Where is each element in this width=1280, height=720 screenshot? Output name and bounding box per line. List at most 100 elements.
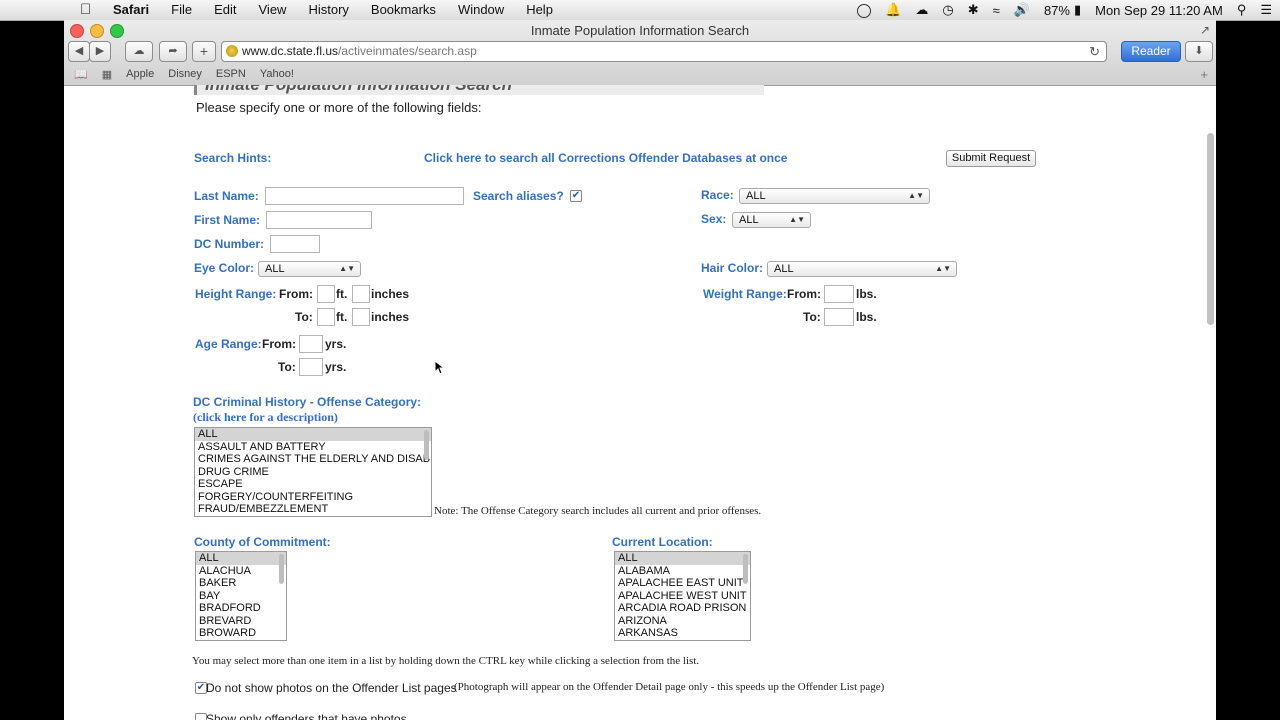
top-sites-grid-icon[interactable]: ▦ <box>102 68 112 81</box>
age-to-input[interactable] <box>299 358 323 376</box>
list-item[interactable]: ASSAULT AND BATTERY <box>195 441 431 454</box>
height-from-label: From: <box>279 287 313 301</box>
height-from-feet-input[interactable] <box>317 285 335 303</box>
offense-note: Note: The Offense Category search includ… <box>434 505 762 517</box>
list-item[interactable]: APALACHEE WEST UNIT <box>615 590 750 603</box>
spotlight-search-icon[interactable]: ⚲ <box>1237 2 1247 18</box>
height-to-feet-input[interactable] <box>317 308 335 326</box>
menu-bookmarks[interactable]: Bookmarks <box>371 2 436 17</box>
list-item[interactable]: ALACHUA <box>196 565 286 578</box>
all-databases-link[interactable]: Click here to search all Corrections Off… <box>424 151 787 165</box>
battery-percent[interactable]: 87% <box>1044 3 1070 18</box>
url-text[interactable]: www.dc.state.fl.us/activeinmates/search.… <box>242 42 477 61</box>
bookmark-espn[interactable]: ESPN <box>216 68 246 80</box>
list-item[interactable]: ALABAMA <box>615 565 750 578</box>
add-bookmark-icon[interactable]: + <box>1200 67 1208 82</box>
listbox-scrollbar[interactable] <box>279 554 284 584</box>
select-arrows-icon: ▲▼ <box>908 191 924 200</box>
hair-color-select[interactable]: ALL ▲▼ <box>767 261 957 277</box>
county-listbox[interactable]: ALL ALACHUA BAKER BAY BRADFORD BREVARD B… <box>195 551 287 641</box>
page-heading-box: Inmate Population Information Search <box>194 85 764 95</box>
menu-window[interactable]: Window <box>458 2 504 17</box>
notification-center-icon[interactable]: ☰ <box>1260 2 1272 18</box>
list-item[interactable]: APALACHEE EAST UNIT <box>615 577 750 590</box>
first-name-input[interactable] <box>266 211 372 229</box>
search-hints-link[interactable]: Search Hints: <box>194 151 271 165</box>
listbox-scrollbar[interactable] <box>424 430 429 460</box>
age-from-input[interactable] <box>299 335 323 353</box>
list-item[interactable]: ESCAPE <box>195 478 431 491</box>
current-location-listbox[interactable]: ALL ALABAMA APALACHEE EAST UNIT APALACHE… <box>614 551 751 641</box>
height-to-inches-input[interactable] <box>352 308 370 326</box>
height-from-ft-label: ft. <box>336 287 348 301</box>
sex-select[interactable]: ALL ▲▼ <box>732 212 811 228</box>
weight-from-input[interactable] <box>824 285 854 303</box>
back-button[interactable]: ◀ <box>68 41 90 62</box>
bluetooth-icon[interactable]: ✱ <box>968 2 979 18</box>
page-scrollbar[interactable] <box>1207 133 1214 325</box>
time-machine-icon[interactable]: ◷ <box>942 2 953 18</box>
eye-color-select[interactable]: ALL ▲▼ <box>258 261 361 277</box>
address-bar[interactable]: www.dc.state.fl.us/activeinmates/search.… <box>221 41 1107 62</box>
list-item[interactable]: ARIZONA <box>615 615 750 628</box>
listbox-scrollbar[interactable] <box>743 554 748 584</box>
list-item[interactable]: FORGERY/COUNTERFEITING <box>195 491 431 504</box>
apple-menu-icon[interactable]:  <box>80 1 91 18</box>
height-from-inches-input[interactable] <box>352 285 370 303</box>
submit-request-button[interactable]: Submit Request <box>946 150 1036 167</box>
list-item[interactable]: CRIMES AGAINST THE ELDERLY AND DISABLED <box>195 453 431 466</box>
share-button[interactable]: ➦ <box>159 41 187 62</box>
menu-help[interactable]: Help <box>526 2 553 17</box>
list-item[interactable]: ARKANSAS <box>615 627 750 640</box>
offense-category-listbox[interactable]: ALL ASSAULT AND BATTERY CRIMES AGAINST T… <box>194 427 432 517</box>
last-name-input[interactable] <box>265 187 464 205</box>
bookmark-disney[interactable]: Disney <box>168 68 202 80</box>
race-select[interactable]: ALL ▲▼ <box>739 188 930 204</box>
weight-from-lbs-label: lbs. <box>856 287 877 301</box>
menu-edit[interactable]: Edit <box>214 2 236 17</box>
weight-to-input[interactable] <box>824 308 854 326</box>
forward-button[interactable]: ▶ <box>89 41 111 62</box>
record-icon[interactable] <box>843 2 872 18</box>
offense-description-link[interactable]: (click here for a description) <box>193 410 338 425</box>
list-item[interactable]: BROWARD <box>196 627 286 640</box>
reload-icon[interactable]: ↻ <box>1089 42 1100 61</box>
new-tab-button[interactable]: + <box>192 41 216 62</box>
menu-file[interactable]: File <box>171 2 192 17</box>
select-arrows-icon: ▲▼ <box>339 264 355 273</box>
menu-app-name[interactable]: Safari <box>113 2 149 17</box>
search-aliases-checkbox[interactable]: ✔ <box>570 190 582 202</box>
notification-bell-icon[interactable]: 🔔 <box>885 2 901 18</box>
wifi-icon[interactable]: ≈ <box>993 3 1000 18</box>
cloud-icon[interactable]: ☁ <box>915 2 928 18</box>
list-item[interactable]: BRADFORD <box>196 602 286 615</box>
list-item[interactable]: ALL <box>196 552 286 565</box>
list-item[interactable]: BAKER <box>196 577 286 590</box>
list-item[interactable]: ALL <box>615 552 750 565</box>
reader-button[interactable]: Reader <box>1121 41 1181 62</box>
list-item[interactable]: ARCADIA ROAD PRISON <box>615 602 750 615</box>
downloads-button[interactable]: ⬇ <box>1185 41 1213 62</box>
bookmark-yahoo[interactable]: Yahoo! <box>260 68 294 80</box>
intro-text: Please specify one or more of the follow… <box>196 100 482 115</box>
list-item[interactable]: FRAUD/EMBEZZLEMENT <box>195 503 431 516</box>
fullscreen-icon[interactable]: ↗ <box>1200 23 1210 37</box>
mouse-cursor-icon <box>434 360 444 375</box>
menu-view[interactable]: View <box>259 2 287 17</box>
dc-number-input[interactable] <box>270 235 320 253</box>
list-item[interactable]: BAY <box>196 590 286 603</box>
icloud-tabs-button[interactable]: ☁ <box>125 41 153 62</box>
bookmark-apple[interactable]: Apple <box>126 68 154 80</box>
menu-history[interactable]: History <box>308 2 348 17</box>
hair-color-label: Hair Color: <box>701 261 764 275</box>
weight-range-label: Weight Range: <box>703 287 787 301</box>
hair-color-value: ALL <box>774 263 794 275</box>
reading-list-icon[interactable]: 📖 <box>74 68 88 81</box>
offense-category-label: DC Criminal History - Offense Category: <box>193 395 422 409</box>
list-item[interactable]: ALL <box>195 428 431 441</box>
height-to-label: To: <box>295 310 313 324</box>
list-item[interactable]: DRUG CRIME <box>195 466 431 479</box>
menu-clock[interactable]: Mon Sep 29 11:20 AM <box>1095 3 1223 18</box>
list-item[interactable]: BREVARD <box>196 615 286 628</box>
volume-icon[interactable]: 🔊 <box>1014 2 1030 18</box>
